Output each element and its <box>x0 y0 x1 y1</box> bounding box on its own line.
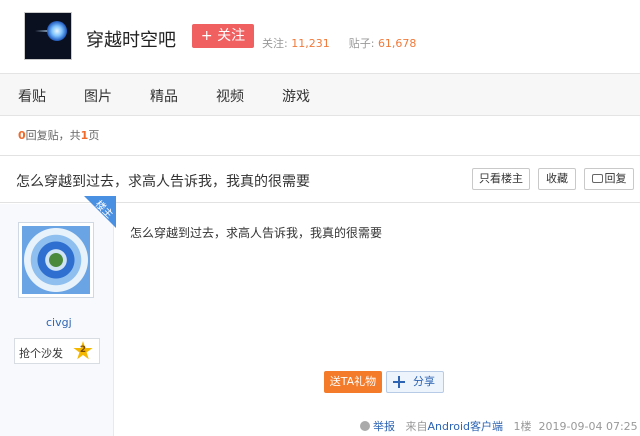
forum-header: 穿越时空吧 + 关注 关注: 11,231 贴子: 61,678 <box>0 0 640 74</box>
sofa-box: 抢个沙发 2 <box>14 338 100 364</box>
report-icon <box>360 421 370 431</box>
send-gift-button[interactable]: 送TA礼物 <box>324 371 382 393</box>
favorite-button[interactable]: 收藏 <box>538 168 576 190</box>
nav-tab-featured[interactable]: 精品 <box>150 86 178 106</box>
owner-badge: 楼主 <box>84 196 116 228</box>
share-label: 分享 <box>413 375 435 388</box>
plus-icon <box>393 376 405 388</box>
nav-tab-images[interactable]: 图片 <box>84 86 112 106</box>
nav-tab-videos[interactable]: 视频 <box>216 86 244 106</box>
reply-text-a: 回复贴，共 <box>25 129 81 142</box>
post-footer: 举报 来自Android客户端 1楼 2019-09-04 07:25 回复 <box>360 418 640 434</box>
level-number: 2 <box>79 345 87 355</box>
posts-label: 贴子: <box>348 37 375 50</box>
post-timestamp: 2019-09-04 07:25 <box>538 420 638 433</box>
followers-label: 关注: <box>262 37 288 50</box>
followers-count: 11,231 <box>291 37 330 50</box>
sofa-label: 抢个沙发 <box>19 347 63 360</box>
forum-stats: 关注: 11,231 贴子: 61,678 <box>262 35 416 51</box>
thread-title: 怎么穿越到过去，求高人告诉我，我真的很需要 <box>16 174 310 190</box>
reply-icon <box>591 174 603 183</box>
reply-count: 0 <box>18 129 26 142</box>
nav-tab-games[interactable]: 游戏 <box>282 86 310 106</box>
source-prefix: 来自 <box>405 420 428 433</box>
forum-title[interactable]: 穿越时空吧 <box>86 26 176 52</box>
posts-count: 61,678 <box>377 37 417 50</box>
share-button[interactable]: 分享 <box>386 371 444 393</box>
author-name[interactable]: civgj <box>46 316 72 329</box>
follow-button[interactable]: + 关注 <box>192 24 254 48</box>
avatar[interactable] <box>18 222 94 298</box>
floor-number: 1楼 <box>513 420 532 433</box>
report-link[interactable]: 举报 <box>373 420 395 433</box>
reply-text-b: 页 <box>88 129 100 142</box>
reply-summary: 0回复贴，共1页 <box>18 127 99 143</box>
level-badge-icon: 2 <box>73 341 93 361</box>
forum-logo[interactable] <box>24 12 72 60</box>
post-content: 怎么穿越到过去，求高人告诉我，我真的很需要 <box>130 226 383 240</box>
only-owner-button[interactable]: 只看楼主 <box>472 168 530 190</box>
client-link[interactable]: Android客户端 <box>428 420 504 433</box>
nav-tab-posts[interactable]: 看贴 <box>18 86 46 106</box>
glow-orb-icon <box>47 21 67 41</box>
reply-button-label: 回复 <box>604 172 627 185</box>
forum-nav: 看贴 图片 精品 视频 游戏 <box>0 74 640 116</box>
reply-button[interactable]: 回复 <box>584 168 634 190</box>
